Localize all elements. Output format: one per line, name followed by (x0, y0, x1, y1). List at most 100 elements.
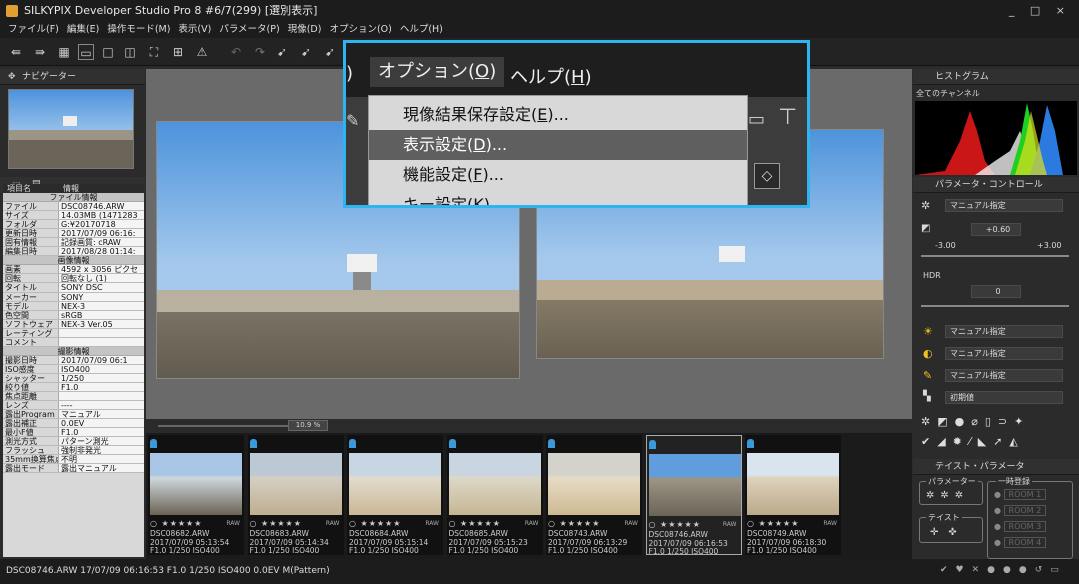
compare-view-icon[interactable]: ◫ (122, 44, 138, 60)
info-value[interactable]: sRGB (59, 310, 144, 319)
option-menu-item[interactable]: 機能設定(F)... (369, 160, 747, 190)
info-value[interactable]: 1/250 (59, 373, 144, 382)
filmstrip-item[interactable]: ○ ★★★★★ RAW DSC08683.ARW 2017/07/09 05:14:3… (247, 435, 344, 555)
menu-file[interactable]: ファイル(F) (8, 22, 59, 38)
filmstrip-item[interactable]: ○ ★★★★★ RAW DSC08746.ARW 2017/07/09 06:16:5… (645, 435, 742, 556)
hdr-value[interactable]: 0 (971, 285, 1021, 298)
info-value[interactable]: 2017/08/28 01:14: (59, 247, 144, 256)
rating-stars[interactable]: ○ ★★★★★ (548, 519, 600, 528)
menu-mode[interactable]: 操作モード(M) (107, 22, 170, 38)
hammer-tool-icon[interactable]: ⊤ (778, 105, 797, 130)
undo-icon[interactable]: ↶ (228, 44, 244, 60)
grid-view-icon[interactable]: ▦ (56, 44, 72, 60)
develop-all-icon[interactable]: ➹ (322, 44, 338, 60)
sharpness-select[interactable]: マニュアル指定 (945, 369, 1063, 382)
info-value[interactable] (59, 392, 144, 401)
exposure-slider[interactable] (921, 255, 1069, 257)
batch-develop-icon[interactable]: ➹ (298, 44, 314, 60)
tone-select[interactable]: マニュアル指定 (945, 325, 1063, 338)
rating-stars[interactable]: ○ ★★★★★ (649, 520, 701, 529)
next-icon[interactable]: ⇛ (32, 44, 48, 60)
zoom-value[interactable]: 10.9 % (288, 420, 328, 431)
fullscreen-icon[interactable]: ⛶ (146, 44, 162, 60)
info-value[interactable]: G:¥20170718 (59, 220, 144, 229)
menu-edit[interactable]: 編集(E) (67, 22, 99, 38)
single-view-icon[interactable]: □ (100, 44, 116, 60)
hdr-slider[interactable] (921, 305, 1069, 307)
filmstrip-thumbnail[interactable] (349, 453, 441, 515)
crop-tool-icon[interactable]: ▭ (748, 109, 765, 130)
info-value[interactable]: 不明 (59, 455, 144, 464)
contrast-select[interactable]: マニュアル指定 (945, 347, 1063, 360)
room-slot[interactable]: ● ROOM 3 (994, 521, 1047, 532)
navigator-thumbnail[interactable] (8, 89, 134, 169)
info-value[interactable]: NEX-3 Ver.05 (59, 319, 144, 328)
filmstrip-item[interactable]: ○ ★★★★★ RAW DSC08682.ARW 2017/07/09 05:13:5… (148, 435, 244, 555)
info-value[interactable] (59, 337, 144, 346)
info-value[interactable]: 2017/07/09 06:16: (59, 229, 144, 238)
filmstrip-thumbnail[interactable] (548, 453, 640, 515)
rating-stars[interactable]: ○ ★★★★★ (747, 519, 799, 528)
filmstrip-item[interactable]: ○ ★★★★★ RAW DSC08684.ARW 2017/07/09 05:15:1… (347, 435, 443, 555)
exposure-value[interactable]: +0.60 (971, 223, 1021, 236)
filmstrip-thumbnail[interactable] (249, 453, 342, 515)
mark-icon[interactable] (150, 439, 157, 448)
mark-icon[interactable] (349, 439, 356, 448)
warning-icon[interactable]: ⚠ (194, 44, 210, 60)
info-value[interactable]: 2017/07/09 06:1 (59, 355, 144, 364)
tool-icons-row-2[interactable]: ✔◢✹⁄◣➚◭ (921, 435, 1071, 448)
info-value[interactable]: 露出マニュアル (59, 464, 144, 473)
prev-icon[interactable]: ⇚ (8, 44, 24, 60)
brush-tool-icon[interactable]: ✎ (346, 111, 359, 130)
window-controls[interactable]: _ □ × (1009, 0, 1071, 22)
mark-icon[interactable] (249, 439, 257, 448)
zoom-slider[interactable] (158, 425, 308, 427)
info-value[interactable]: ---- (59, 401, 144, 410)
info-value[interactable]: SONY (59, 292, 144, 301)
info-value[interactable]: 0.0EV (59, 419, 144, 428)
option-menu-item[interactable]: 現像結果保存設定(E)... (369, 100, 747, 130)
info-value[interactable]: 回転なし (1) (59, 274, 144, 283)
zoomed-help-menu[interactable]: ヘルプ(H) (510, 63, 592, 89)
white-balance-select[interactable]: マニュアル指定 (945, 199, 1063, 212)
redo-icon[interactable]: ↷ (252, 44, 268, 60)
menu-view[interactable]: 表示(V) (178, 22, 211, 38)
channel-select[interactable]: 全てのチャンネル (913, 88, 1079, 100)
zoomed-option-menu[interactable]: オプション(O) (370, 57, 505, 87)
filmstrip-item[interactable]: ○ ★★★★★ RAW DSC08743.ARW 2017/07/09 06:13:2… (546, 435, 642, 555)
info-value[interactable]: SONY DSC (59, 283, 144, 292)
mark-icon[interactable] (448, 439, 456, 448)
rating-stars[interactable]: ○ ★★★★★ (150, 519, 202, 528)
menu-develop[interactable]: 現像(D) (288, 22, 322, 38)
noise-select[interactable]: 初期値 (945, 391, 1063, 404)
filmstrip-thumbnail[interactable] (448, 453, 541, 515)
filmstrip-thumbnail[interactable] (747, 453, 839, 515)
info-value[interactable]: 強制非発光 (59, 446, 144, 455)
info-value[interactable]: 4592 x 3056 ピクセ (59, 265, 144, 274)
filmstrip-item[interactable]: ○ ★★★★★ RAW DSC08685.ARW 2017/07/09 05:15:2… (446, 435, 543, 555)
info-value[interactable]: NEX-3 (59, 301, 144, 310)
menu-parameter[interactable]: パラメータ(P) (219, 22, 279, 38)
menu-option[interactable]: オプション(O) (329, 22, 391, 38)
info-value[interactable]: DSC08746.ARW (59, 202, 144, 211)
mark-icon[interactable] (548, 439, 555, 448)
room-slot[interactable]: ● ROOM 2 (994, 505, 1047, 516)
parameter-group-icons[interactable]: ✲✲✲ (926, 490, 969, 501)
option-menu-item[interactable]: 表示設定(D)... (369, 130, 747, 160)
rating-stars[interactable]: ○ ★★★★★ (349, 519, 401, 528)
info-value[interactable]: ISO400 (59, 364, 144, 373)
info-value[interactable]: パターン測光 (59, 437, 144, 446)
info-value[interactable] (59, 328, 144, 337)
status-icons[interactable]: ✔♥✕●●●↺▭ (940, 565, 1067, 575)
option-menu-item[interactable]: キー設定(K) (369, 190, 747, 205)
info-value[interactable]: F1.0 (59, 428, 144, 437)
filmstrip-item[interactable]: ○ ★★★★★ RAW DSC08749.ARW 2017/07/09 06:18:3… (745, 435, 841, 555)
taste-group-icons[interactable]: ✛✜ (930, 527, 967, 538)
menu-help[interactable]: ヘルプ(H) (400, 22, 443, 38)
info-value[interactable]: 記録画質: cRAW (59, 238, 144, 247)
rating-stars[interactable]: ○ ★★★★★ (250, 519, 302, 528)
room-slot[interactable]: ● ROOM 4 (994, 537, 1047, 548)
white-balance-icon[interactable]: ✲ (921, 199, 930, 212)
info-value[interactable]: F1.0 (59, 382, 144, 392)
tool-icons-row-1[interactable]: ✲◩●⌀▯⊃✦ (921, 415, 1071, 428)
